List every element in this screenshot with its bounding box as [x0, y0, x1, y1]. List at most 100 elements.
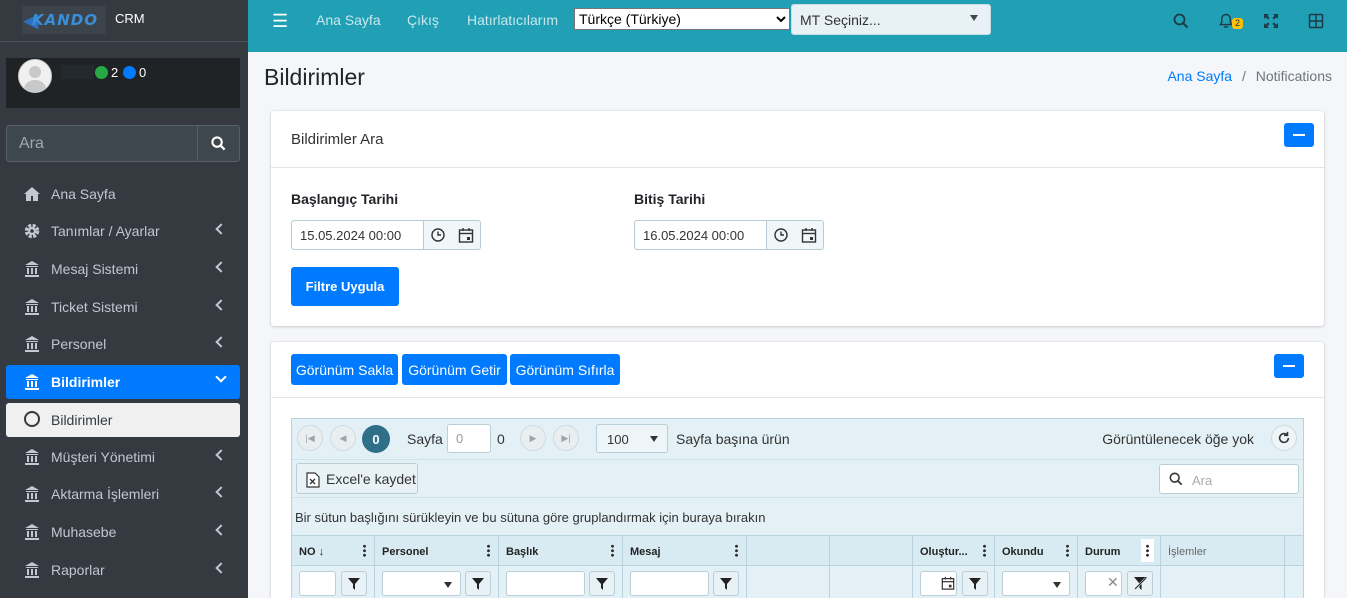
collapse-button[interactable]: [1284, 123, 1314, 147]
column-menu-icon[interactable]: [1066, 544, 1069, 557]
grid-icon[interactable]: [1308, 13, 1324, 29]
filter-select-okundu[interactable]: [1002, 571, 1070, 596]
filter-card-header: Bildirimler Ara: [271, 111, 1324, 168]
nav-link-cikis[interactable]: Çıkış: [407, 12, 439, 28]
column-header-personel[interactable]: Personel: [375, 536, 499, 566]
sidebar-item-personel[interactable]: Personel: [6, 327, 240, 361]
sidebar-search-input[interactable]: [7, 126, 197, 161]
grid-search-placeholder: Ara: [1192, 473, 1213, 488]
clear-filter-button[interactable]: [1127, 571, 1153, 596]
mt-select[interactable]: MT Seçiniz...: [791, 4, 991, 35]
current-page[interactable]: 0: [362, 425, 390, 453]
filter-input-baslik[interactable]: [506, 571, 585, 596]
grid-search-input[interactable]: Ara: [1159, 464, 1299, 494]
column-header-blank-2[interactable]: [830, 536, 913, 566]
filter-input-mesaj[interactable]: [630, 571, 709, 596]
sidebar-item-musteri[interactable]: Müşteri Yönetimi: [6, 440, 240, 474]
brand-text: CRM: [115, 11, 145, 26]
building-icon: [25, 374, 39, 390]
sidebar-item-ana-sayfa[interactable]: Ana Sayfa: [6, 177, 240, 211]
last-page-button[interactable]: ▶|: [553, 425, 579, 451]
column-menu-icon[interactable]: [983, 544, 986, 557]
calendar-icon[interactable]: [458, 227, 474, 243]
filter-input-durum[interactable]: ✕: [1085, 571, 1122, 596]
no-items-text: Görüntülenecek öğe yok: [1102, 431, 1254, 447]
breadcrumb-current: Notifications: [1255, 68, 1332, 84]
filter-button[interactable]: [589, 571, 615, 596]
building-icon: [25, 486, 39, 502]
calendar-icon[interactable]: [941, 576, 955, 590]
page-size-select[interactable]: 100: [596, 424, 668, 453]
first-page-button[interactable]: |◀: [297, 425, 323, 451]
column-menu-icon[interactable]: [735, 544, 738, 557]
clear-icon[interactable]: ✕: [1107, 574, 1119, 591]
language-select[interactable]: Türkçe (Türkiye): [574, 8, 790, 30]
user-name[interactable]: [61, 65, 94, 79]
nav-link-ana-sayfa[interactable]: Ana Sayfa: [316, 12, 381, 28]
sidebar-item-tanimlar[interactable]: Tanımlar / Ayarlar: [6, 214, 240, 248]
refresh-button[interactable]: [1271, 425, 1297, 451]
prev-page-button[interactable]: ◀: [330, 425, 356, 451]
filter-card-title: Bildirimler Ara: [291, 131, 384, 148]
next-page-button[interactable]: ▶: [520, 425, 546, 451]
sidebar-item-raporlar[interactable]: Raporlar: [6, 553, 240, 587]
filter-input-no[interactable]: [299, 571, 336, 596]
column-header-mesaj[interactable]: Mesaj: [623, 536, 747, 566]
filter-icon: [596, 577, 608, 590]
sidebar-item-ticket[interactable]: Ticket Sistemi: [6, 290, 240, 324]
notification-badge: 2: [1232, 18, 1244, 29]
filter-button[interactable]: [341, 571, 367, 596]
filter-button[interactable]: [465, 571, 491, 596]
building-icon: [25, 562, 39, 578]
sidebar-item-label: Aktarma İşlemleri: [51, 486, 160, 502]
filter-select-personel[interactable]: [382, 571, 461, 596]
column-header-durum[interactable]: Durum: [1078, 536, 1161, 566]
clock-icon[interactable]: [773, 227, 789, 243]
avatar[interactable]: [18, 59, 52, 93]
breadcrumb-home[interactable]: Ana Sayfa: [1167, 68, 1232, 84]
collapse-button[interactable]: [1274, 354, 1304, 378]
nav-link-hatirlaticilarim[interactable]: Hatırlatıcılarım: [467, 12, 558, 28]
column-menu-icon[interactable]: [363, 544, 366, 557]
home-icon: [24, 187, 40, 201]
sidebar-item-label: Muhasebe: [51, 524, 117, 540]
column-header-blank-1[interactable]: [747, 536, 830, 566]
column-header-baslik[interactable]: Başlık: [499, 536, 623, 566]
brand[interactable]: ◀ KANDO CRM: [0, 0, 248, 42]
sidebar-item-aktarma[interactable]: Aktarma İşlemleri: [6, 477, 240, 511]
column-title: NO: [299, 546, 316, 558]
column-menu-icon[interactable]: [1146, 544, 1149, 557]
filter-icon: [969, 577, 981, 590]
filter-date-olusturma[interactable]: [920, 571, 957, 596]
caret-down-icon: [650, 436, 658, 442]
chevron-left-icon: [215, 486, 227, 498]
search-icon[interactable]: [1173, 13, 1189, 29]
save-view-button[interactable]: Görünüm Sakla: [291, 354, 398, 385]
column-menu-icon[interactable]: [611, 544, 614, 557]
filter-button[interactable]: [962, 571, 988, 596]
sidebar-subitem-bildirimler[interactable]: Bildirimler: [6, 403, 240, 437]
reset-view-button[interactable]: Görünüm Sıfırla: [510, 354, 620, 385]
column-header-no[interactable]: NO ↓: [292, 536, 375, 566]
end-date-input[interactable]: 16.05.2024 00:00: [635, 221, 767, 249]
column-header-okundu[interactable]: Okundu: [995, 536, 1078, 566]
clock-icon[interactable]: [430, 227, 446, 243]
hamburger-menu-icon[interactable]: ☰: [272, 11, 288, 32]
apply-filter-button[interactable]: Filtre Uygula: [291, 267, 399, 306]
group-panel[interactable]: Bir sütun başlığını sürükleyin ve bu süt…: [292, 497, 1303, 535]
sidebar-search-button[interactable]: [197, 126, 239, 161]
column-header-olusturma[interactable]: Oluştur...: [913, 536, 995, 566]
export-excel-button[interactable]: Excel'e kaydet: [296, 463, 418, 494]
sidebar-item-mesaj[interactable]: Mesaj Sistemi: [6, 252, 240, 286]
sidebar-item-muhasebe[interactable]: Muhasebe: [6, 515, 240, 549]
page-input[interactable]: 0: [447, 424, 491, 453]
filter-button[interactable]: [713, 571, 739, 596]
load-view-button[interactable]: Görünüm Getir: [402, 354, 507, 385]
calendar-icon[interactable]: [801, 227, 817, 243]
online-status-dot: [95, 66, 108, 79]
sidebar-item-bildirimler[interactable]: Bildirimler: [6, 365, 240, 399]
expand-icon[interactable]: [1263, 13, 1279, 29]
start-date-input[interactable]: 15.05.2024 00:00: [292, 221, 424, 249]
column-menu-icon[interactable]: [487, 544, 490, 557]
column-title: Durum: [1085, 546, 1121, 558]
